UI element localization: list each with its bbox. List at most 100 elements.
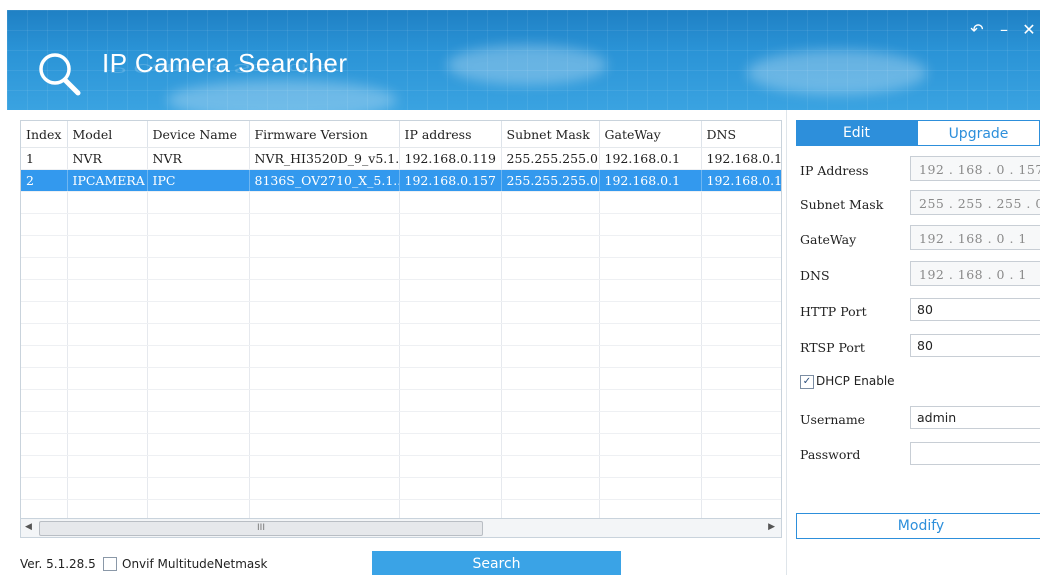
- column-header-dns[interactable]: DNS: [701, 121, 781, 148]
- empty-cell: [147, 279, 250, 302]
- search-button[interactable]: Search: [372, 551, 621, 575]
- empty-cell: [399, 345, 502, 368]
- table-row-selected[interactable]: 2 IPCAMERA IPC 8136S_OV2710_X_5.1.... 19…: [21, 169, 781, 192]
- tab-upgrade[interactable]: Upgrade: [917, 120, 1040, 146]
- empty-cell: [21, 213, 68, 236]
- restore-icon[interactable]: ↶: [967, 20, 987, 39]
- empty-cell: [147, 389, 250, 412]
- cell-dns: 192.168.0.1: [701, 169, 781, 192]
- empty-cell: [21, 345, 68, 368]
- empty-cell: [701, 411, 781, 434]
- version-label: Ver. 5.1.28.5: [20, 557, 96, 571]
- column-header-ip-address[interactable]: IP address: [399, 121, 502, 148]
- empty-cell: [147, 301, 250, 324]
- empty-table-row: [21, 433, 781, 456]
- empty-cell: [67, 433, 148, 456]
- empty-cell: [147, 411, 250, 434]
- scroll-left-icon[interactable]: ◀: [25, 522, 32, 532]
- gateway-field[interactable]: 192 . 168 . 0 . 1: [910, 225, 1040, 250]
- empty-cell: [399, 191, 502, 214]
- column-header-gateway[interactable]: GateWay: [599, 121, 702, 148]
- empty-cell: [147, 367, 250, 390]
- http-port-field[interactable]: 80: [910, 298, 1040, 321]
- password-field[interactable]: [910, 442, 1040, 465]
- cell-index: 2: [21, 169, 68, 192]
- empty-cell: [599, 191, 702, 214]
- tab-edit[interactable]: Edit: [796, 120, 917, 146]
- empty-cell: [249, 257, 400, 280]
- empty-table-row: [21, 235, 781, 258]
- empty-cell: [147, 345, 250, 368]
- ip-address-field[interactable]: 192 . 168 . 0 . 157: [910, 156, 1040, 181]
- empty-cell: [249, 389, 400, 412]
- empty-cell: [67, 477, 148, 500]
- empty-cell: [599, 345, 702, 368]
- minimize-icon[interactable]: –: [994, 20, 1014, 39]
- empty-cell: [599, 213, 702, 236]
- dns-field[interactable]: 192 . 168 . 0 . 1: [910, 261, 1040, 286]
- horizontal-scrollbar[interactable]: ◀ III ▶: [20, 518, 782, 538]
- empty-cell: [701, 345, 781, 368]
- column-header-device-name[interactable]: Device Name: [147, 121, 250, 148]
- subnet-mask-field[interactable]: 255 . 255 . 255 . 0: [910, 190, 1040, 215]
- dhcp-enable-checkbox[interactable]: ✓: [800, 375, 814, 389]
- scroll-right-icon[interactable]: ▶: [768, 522, 775, 532]
- empty-cell: [21, 301, 68, 324]
- empty-cell: [701, 433, 781, 456]
- empty-table-row: [21, 257, 781, 280]
- empty-cell: [701, 323, 781, 346]
- cell-gateway: 192.168.0.1: [599, 147, 702, 170]
- empty-cell: [67, 235, 148, 258]
- table-row[interactable]: 1 NVR NVR NVR_HI3520D_9_v5.1.51 192.168.…: [21, 147, 781, 170]
- empty-cell: [147, 477, 250, 500]
- dns-label: DNS: [800, 268, 830, 283]
- empty-cell: [249, 477, 400, 500]
- username-field[interactable]: admin: [910, 406, 1040, 429]
- ip-address-label: IP Address: [800, 163, 869, 178]
- column-header-model[interactable]: Model: [67, 121, 148, 148]
- empty-cell: [147, 433, 250, 456]
- empty-cell: [249, 279, 400, 302]
- cell-ip-address: 192.168.0.157: [399, 169, 502, 192]
- scrollbar-thumb[interactable]: III: [39, 521, 483, 536]
- empty-cell: [147, 213, 250, 236]
- close-icon[interactable]: ✕: [1019, 20, 1039, 39]
- empty-cell: [501, 213, 600, 236]
- empty-cell: [501, 455, 600, 478]
- column-header-subnet-mask[interactable]: Subnet Mask: [501, 121, 600, 148]
- empty-table-row: [21, 191, 781, 214]
- empty-cell: [501, 433, 600, 456]
- empty-cell: [67, 389, 148, 412]
- empty-table-row: [21, 367, 781, 390]
- empty-cell: [21, 367, 68, 390]
- username-label: Username: [800, 412, 866, 427]
- empty-table-row: [21, 389, 781, 412]
- onvif-multitude-netmask-checkbox[interactable]: [103, 557, 117, 571]
- empty-cell: [67, 279, 148, 302]
- empty-cell: [67, 455, 148, 478]
- empty-table-row: [21, 279, 781, 302]
- modify-button[interactable]: Modify: [796, 513, 1040, 539]
- empty-cell: [599, 455, 702, 478]
- empty-cell: [67, 301, 148, 324]
- empty-cell: [701, 235, 781, 258]
- column-header-firmware-version[interactable]: Firmware Version: [249, 121, 400, 148]
- subnet-mask-label: Subnet Mask: [800, 197, 884, 212]
- empty-cell: [501, 367, 600, 390]
- empty-cell: [599, 411, 702, 434]
- http-port-label: HTTP Port: [800, 304, 867, 319]
- empty-cell: [501, 235, 600, 258]
- empty-cell: [399, 257, 502, 280]
- empty-table-row: [21, 455, 781, 478]
- cell-subnet-mask: 255.255.255.0: [501, 147, 600, 170]
- column-header-index[interactable]: Index: [21, 121, 68, 148]
- rtsp-port-field[interactable]: 80: [910, 334, 1040, 357]
- empty-cell: [599, 323, 702, 346]
- empty-cell: [399, 433, 502, 456]
- search-logo-icon: [39, 53, 81, 96]
- cell-model: NVR: [67, 147, 148, 170]
- password-label: Password: [800, 447, 861, 462]
- empty-cell: [21, 191, 68, 214]
- device-table-container: Index Model Device Name Firmware Version…: [20, 120, 782, 522]
- empty-cell: [701, 477, 781, 500]
